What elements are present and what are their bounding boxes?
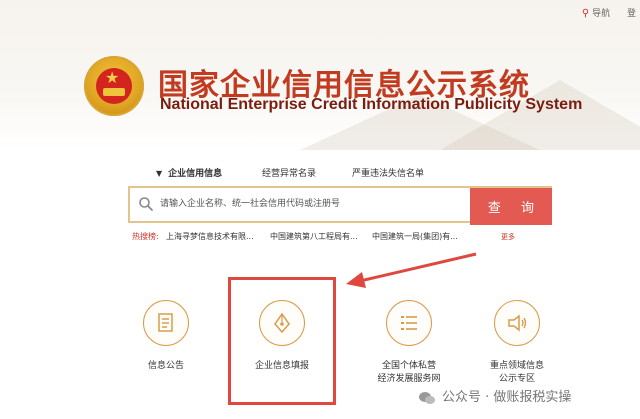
service-info-announcement[interactable]: 信息公告 xyxy=(111,300,221,373)
pen-nib-icon xyxy=(274,312,290,334)
hot-search-item[interactable]: 中国建筑一局(集团)有... xyxy=(372,231,458,242)
service-label: 企业信息填报 xyxy=(254,361,309,371)
topbar: ⚲ 导航 登 xyxy=(582,6,636,19)
tab-enterprise-credit[interactable]: ▼ 企业信用信息 xyxy=(156,166,222,179)
wechat-icon xyxy=(418,391,436,405)
speaker-icon xyxy=(508,314,527,332)
search-icon xyxy=(139,197,153,211)
service-label: 信息公告 xyxy=(147,361,184,371)
nav-link[interactable]: 导航 xyxy=(592,9,610,19)
hot-search-item[interactable]: 上海寻梦信息技术有限... xyxy=(166,231,254,242)
tab-serious-violation-list[interactable]: 严重违法失信名单 xyxy=(352,166,424,179)
site-title-en: National Enterprise Credit Information P… xyxy=(160,96,583,113)
watermark: 公众号 · 做账报税实操 xyxy=(418,386,571,405)
document-icon xyxy=(158,313,173,332)
more-link[interactable]: 更多 xyxy=(501,232,515,242)
service-key-area-publicity[interactable]: 重点领域信息 公示专区 xyxy=(462,300,572,386)
search-category-tabs: ▼ 企业信用信息 经营异常名录 严重违法失信名单 xyxy=(0,166,640,180)
hot-search-item[interactable]: 中国建筑第八工程局有... xyxy=(270,231,358,242)
tab-abnormal-list[interactable]: 经营异常名录 xyxy=(262,166,316,179)
login-link[interactable]: 登 xyxy=(627,9,636,19)
location-pin-icon: ⚲ xyxy=(581,8,590,19)
service-label: 重点领域信息 公示专区 xyxy=(489,361,544,384)
service-enterprise-info-report[interactable]: 企业信息填报 xyxy=(227,300,337,373)
search-input[interactable] xyxy=(160,195,460,213)
list-icon xyxy=(401,316,417,330)
national-emblem-logo: ★ xyxy=(84,56,144,116)
hot-search-label: 热搜榜: xyxy=(132,232,159,241)
hot-search-bar: 热搜榜: 上海寻梦信息技术有限... 中国建筑第八工程局有... 中国建筑一局(… xyxy=(132,231,458,242)
service-label: 全国个体私营 经济发展服务网 xyxy=(377,361,441,384)
service-private-economy[interactable]: 全国个体私营 经济发展服务网 xyxy=(354,300,464,386)
search-button[interactable]: 查 询 xyxy=(470,188,552,225)
triangle-down-icon: ▼ xyxy=(156,169,163,178)
